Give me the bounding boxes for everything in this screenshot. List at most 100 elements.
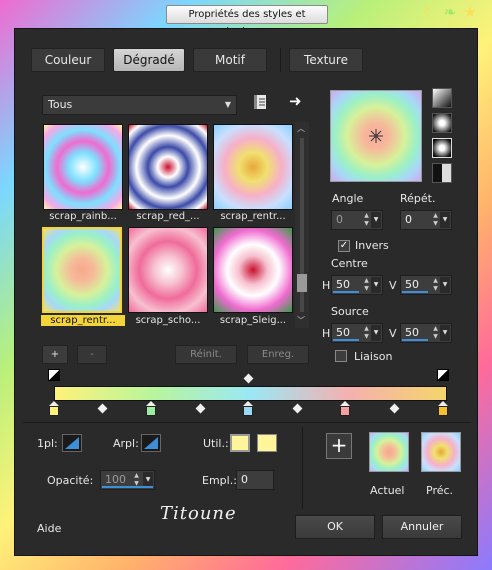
centre-v-dropdown[interactable]: ▼ — [440, 277, 450, 293]
cancel-button[interactable]: Annuler — [382, 515, 462, 539]
color-stop-3[interactable] — [243, 406, 253, 416]
foreground-color-icon[interactable] — [62, 434, 82, 452]
source-v-stepper[interactable]: ▲ ▼ — [431, 325, 440, 341]
divider-vertical — [302, 427, 303, 509]
centre-h-input[interactable]: 50 ▲ ▼ ▼ — [331, 275, 383, 295]
opacity-stop-right[interactable] — [437, 369, 449, 381]
source-v-input[interactable]: 50 ▲ ▼ ▼ — [400, 323, 452, 343]
moon-icon[interactable]: ☾ — [422, 4, 438, 20]
tab-couleur[interactable]: Couleur — [31, 48, 105, 72]
opacity-midpoint[interactable] — [243, 373, 254, 384]
gradient-thumb-4[interactable] — [42, 227, 122, 313]
sunburst-style-button[interactable] — [432, 163, 452, 183]
tab-texture[interactable]: Texture — [289, 48, 363, 72]
save-gradient-button[interactable]: Enreg. — [247, 345, 309, 364]
user-color-swatch[interactable] — [257, 434, 277, 452]
add-gradient-button[interactable]: + — [42, 345, 68, 364]
scroll-thumb[interactable] — [297, 274, 307, 292]
centre-v-value: 50 — [405, 278, 419, 291]
first-plane-label: 1pl: — [37, 437, 58, 450]
angle-stepper[interactable]: ▲ ▼ — [362, 212, 371, 228]
source-h-stepper[interactable]: ▲ ▼ — [362, 325, 371, 341]
centre-v-slider[interactable] — [402, 291, 428, 293]
current-preview[interactable] — [369, 432, 409, 472]
source-h-slider[interactable] — [333, 339, 359, 341]
remove-gradient-button[interactable]: - — [77, 345, 107, 364]
opacity-stop-left[interactable] — [48, 369, 60, 381]
angle-input[interactable]: 0 ▲ ▼ ▼ — [331, 210, 383, 230]
previous-preview[interactable] — [421, 432, 461, 472]
title-bar-icons: ☾ ❧ ★ — [422, 4, 478, 20]
rectangular-style-button[interactable] — [432, 113, 452, 133]
tab-motif[interactable]: Motif — [193, 48, 267, 72]
location-input[interactable]: 0 — [236, 470, 274, 490]
repeat-value: 0 — [405, 213, 412, 226]
leaf-icon[interactable]: ❧ — [442, 4, 458, 20]
tab-degrade[interactable]: Dégradé — [113, 48, 185, 72]
gradient-thumb-5[interactable] — [128, 227, 208, 313]
source-v-label: V — [389, 327, 397, 340]
gradient-preview[interactable] — [330, 90, 422, 182]
repeat-dropdown[interactable]: ▼ — [440, 212, 450, 228]
source-v-slider[interactable] — [402, 339, 428, 341]
scroll-up-icon[interactable]: ︿ — [297, 123, 305, 134]
midpoint-1[interactable] — [97, 403, 108, 414]
source-h-value: 50 — [336, 326, 350, 339]
scroll-down-icon[interactable]: ﹀ — [297, 315, 305, 326]
user-color-swatch-selected[interactable] — [230, 434, 250, 452]
repeat-input[interactable]: 0 ▲ ▼ ▼ — [400, 210, 452, 230]
gradient-label-2: scrap_red_... — [136, 211, 200, 222]
centre-h-value: 50 — [336, 278, 350, 291]
centre-v-stepper[interactable]: ▲ ▼ — [431, 277, 440, 293]
opacity-input[interactable]: 100 ▲ ▼ ▼ — [100, 470, 155, 490]
background-color-icon[interactable] — [141, 434, 161, 452]
add-to-swatches-button[interactable]: + — [326, 433, 352, 459]
angle-dropdown[interactable]: ▼ — [371, 212, 381, 228]
gradient-thumb-1[interactable] — [43, 124, 123, 210]
gradient-label-1: scrap_rainb... — [49, 211, 117, 222]
source-h-input[interactable]: 50 ▲ ▼ ▼ — [331, 323, 383, 343]
resource-manager-icon[interactable] — [253, 94, 269, 110]
source-v-value: 50 — [405, 326, 419, 339]
color-stop-2[interactable] — [146, 406, 156, 416]
arrow-right-icon[interactable]: ➜ — [289, 93, 305, 109]
color-stop-4[interactable] — [340, 406, 350, 416]
centre-v-input[interactable]: 50 ▲ ▼ ▼ — [400, 275, 452, 295]
location-value: 0 — [241, 473, 248, 486]
midpoint-3[interactable] — [292, 403, 303, 414]
radial-style-button[interactable] — [432, 138, 452, 158]
gradient-label-3: scrap_rentr... — [220, 211, 286, 222]
color-stop-5[interactable] — [438, 406, 448, 416]
opacity-label: Opacité: — [47, 474, 94, 487]
ok-button[interactable]: OK — [295, 515, 375, 539]
repeat-stepper[interactable]: ▲ ▼ — [431, 212, 440, 228]
centre-h-dropdown[interactable]: ▼ — [371, 277, 381, 293]
centre-label: Centre — [331, 257, 368, 270]
chevron-down-icon: ▼ — [224, 100, 231, 109]
centre-h-stepper[interactable]: ▲ ▼ — [362, 277, 371, 293]
source-h-dropdown[interactable]: ▼ — [371, 325, 381, 341]
gradient-label-4: scrap_rentr... — [41, 315, 125, 326]
centre-h-slider[interactable] — [333, 291, 359, 293]
source-v-dropdown[interactable]: ▼ — [440, 325, 450, 341]
midpoint-4[interactable] — [389, 403, 400, 414]
gradient-bar[interactable] — [54, 386, 447, 401]
gallery-scrollbar[interactable]: ︿ ﹀ — [295, 122, 309, 328]
linear-style-button[interactable] — [432, 88, 452, 108]
gradient-thumb-2[interactable] — [128, 124, 208, 210]
category-value: Tous — [48, 98, 73, 111]
midpoint-2[interactable] — [195, 403, 206, 414]
color-stop-1[interactable] — [49, 406, 59, 416]
background-plane-label: Arpl: — [113, 437, 139, 450]
star-icon[interactable]: ★ — [462, 4, 478, 20]
gradient-thumb-6[interactable] — [213, 227, 293, 313]
help-link[interactable]: Aide — [37, 522, 61, 535]
gradient-thumb-3[interactable] — [213, 124, 293, 210]
reset-button[interactable]: Réinit. — [175, 345, 237, 364]
angle-label: Angle — [332, 192, 364, 205]
opacity-slider[interactable] — [102, 486, 153, 488]
link-checkbox[interactable] — [335, 350, 347, 362]
category-dropdown[interactable]: Tous ▼ — [42, 95, 237, 115]
tab-separator — [280, 48, 281, 72]
invert-checkbox[interactable]: ✓ — [338, 240, 350, 252]
